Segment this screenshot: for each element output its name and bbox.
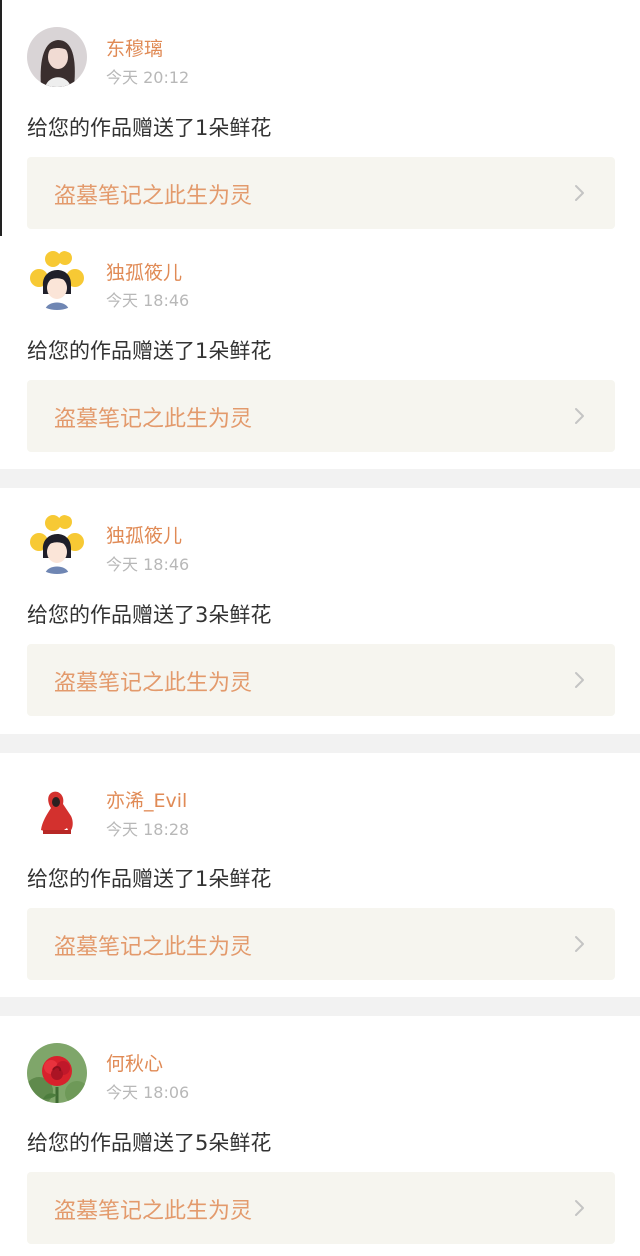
- timestamp: 今天 18:06: [106, 1083, 190, 1102]
- gift-message: 给您的作品赠送了5朵鲜花: [27, 1131, 272, 1155]
- chevron-right-icon: [569, 1198, 589, 1218]
- work-link-button[interactable]: 盗墓笔记之此生为灵: [27, 380, 615, 452]
- notification-feed: 东穆璃 今天 20:12 给您的作品赠送了1朵鲜花 盗墓笔记之此生为灵 独孤筱儿…: [0, 0, 640, 1256]
- timestamp: 今天 20:12: [106, 68, 190, 87]
- work-link-button[interactable]: 盗墓笔记之此生为灵: [27, 908, 615, 980]
- timestamp: 今天 18:46: [106, 291, 190, 310]
- work-title: 盗墓笔记之此生为灵: [54, 671, 253, 696]
- work-link-button[interactable]: 盗墓笔记之此生为灵: [27, 157, 615, 229]
- work-title: 盗墓笔记之此生为灵: [54, 184, 253, 209]
- chevron-right-icon: [569, 934, 589, 954]
- username[interactable]: 独孤筱儿: [106, 521, 182, 548]
- girl-portrait-avatar-icon[interactable]: [27, 27, 87, 87]
- red-hood-figure-avatar-icon[interactable]: [27, 780, 87, 840]
- timestamp: 今天 18:28: [106, 820, 190, 839]
- cartoon-girl-avatar-icon[interactable]: [27, 250, 87, 310]
- gift-message: 给您的作品赠送了1朵鲜花: [27, 116, 272, 140]
- edge-line: [0, 0, 2, 236]
- chevron-right-icon: [569, 670, 589, 690]
- username[interactable]: 亦浠_Evil: [106, 786, 187, 813]
- work-title: 盗墓笔记之此生为灵: [54, 407, 253, 432]
- chevron-right-icon: [569, 183, 589, 203]
- notification-card: 独孤筱儿 今天 18:46 给您的作品赠送了1朵鲜花 盗墓笔记之此生为灵: [0, 236, 640, 469]
- notification-card: 独孤筱儿 今天 18:46 给您的作品赠送了3朵鲜花 盗墓笔记之此生为灵: [0, 488, 640, 734]
- notification-card: 何秋心 今天 18:06 给您的作品赠送了5朵鲜花 盗墓笔记之此生为灵: [0, 1016, 640, 1256]
- work-link-button[interactable]: 盗墓笔记之此生为灵: [27, 644, 615, 716]
- work-title: 盗墓笔记之此生为灵: [54, 1199, 253, 1224]
- notification-card: 亦浠_Evil 今天 18:28 给您的作品赠送了1朵鲜花 盗墓笔记之此生为灵: [0, 753, 640, 997]
- gift-message: 给您的作品赠送了1朵鲜花: [27, 867, 272, 891]
- cartoon-girl-avatar-icon[interactable]: [27, 514, 87, 574]
- timestamp: 今天 18:46: [106, 555, 190, 574]
- gift-message: 给您的作品赠送了1朵鲜花: [27, 339, 272, 363]
- notification-card: 东穆璃 今天 20:12 给您的作品赠送了1朵鲜花 盗墓笔记之此生为灵: [0, 0, 640, 236]
- username[interactable]: 独孤筱儿: [106, 258, 182, 285]
- username[interactable]: 何秋心: [106, 1049, 163, 1076]
- red-rose-avatar-icon[interactable]: [27, 1043, 87, 1103]
- work-title: 盗墓笔记之此生为灵: [54, 935, 253, 960]
- username[interactable]: 东穆璃: [106, 34, 163, 61]
- gift-message: 给您的作品赠送了3朵鲜花: [27, 603, 272, 627]
- chevron-right-icon: [569, 406, 589, 426]
- work-link-button[interactable]: 盗墓笔记之此生为灵: [27, 1172, 615, 1244]
